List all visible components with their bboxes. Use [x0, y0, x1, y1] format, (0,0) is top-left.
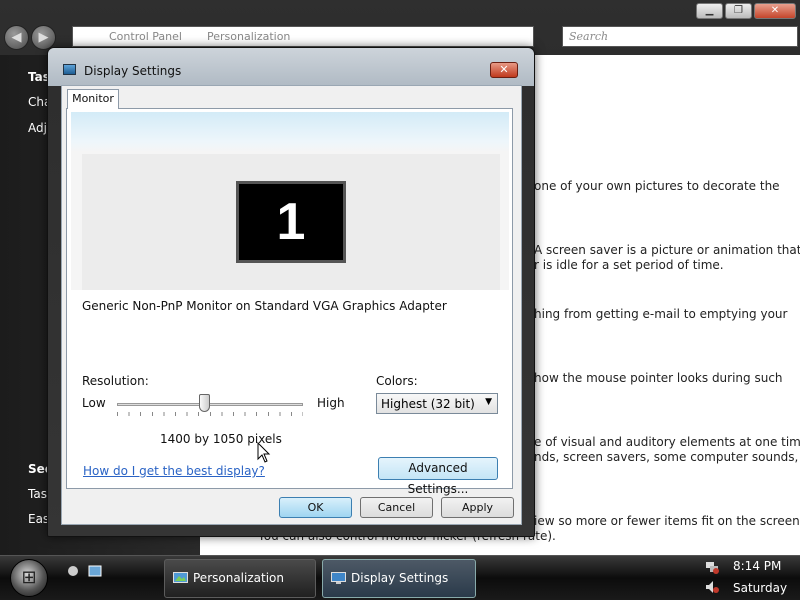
- back-button[interactable]: ◀: [4, 25, 29, 50]
- taskbar-button-display-settings[interactable]: Display Settings: [322, 559, 476, 598]
- switch-windows-icon[interactable]: [88, 564, 102, 578]
- start-button[interactable]: ⊞: [10, 559, 48, 597]
- chevron-down-icon: ▼: [485, 397, 492, 407]
- taskbar-button-personalization[interactable]: Personalization: [164, 559, 316, 598]
- colors-select[interactable]: Highest (32 bit) ▼: [376, 393, 498, 414]
- show-desktop-icon[interactable]: [66, 564, 80, 578]
- colors-selected-value: Highest (32 bit): [381, 397, 475, 411]
- maximize-button[interactable]: ❐: [725, 3, 752, 19]
- see-also-link-taskbar[interactable]: Tas: [28, 487, 47, 501]
- see-also-link-ease[interactable]: Eas: [28, 512, 49, 526]
- tab-monitor[interactable]: Monitor: [67, 89, 119, 109]
- ok-button[interactable]: OK: [279, 497, 352, 518]
- best-display-help-link[interactable]: How do I get the best display?: [83, 464, 265, 478]
- monitor-number: 1: [276, 193, 306, 251]
- personalization-icon: [173, 572, 188, 583]
- network-icon[interactable]: [705, 560, 719, 574]
- advanced-settings-button[interactable]: Advanced Settings...: [378, 457, 498, 496]
- monitor-tab-panel: 1 Generic Non-PnP Monitor on Standard VG…: [66, 108, 513, 496]
- address-bar[interactable]: Control Panel Personalization: [72, 26, 534, 47]
- resolution-slider-ticks: [117, 412, 303, 416]
- resolution-low-label: Low: [82, 396, 106, 410]
- minimize-button[interactable]: ▁: [696, 3, 723, 19]
- apply-button[interactable]: Apply: [441, 497, 514, 518]
- display-settings-icon: [331, 572, 346, 584]
- resolution-high-label: High: [317, 396, 345, 410]
- content-text-line: one of your own pictures to decorate the: [534, 179, 780, 193]
- task-pane-link-adjust[interactable]: Adj: [28, 121, 47, 135]
- content-text-line: hing from getting e-mail to emptying you…: [534, 307, 788, 321]
- monitor-preview-area: 1: [82, 154, 500, 290]
- content-text-line: iew so more or fewer items fit on the sc…: [534, 514, 800, 528]
- resolution-slider-track[interactable]: [117, 403, 303, 406]
- monitor-1-icon[interactable]: 1: [236, 181, 346, 263]
- volume-muted-icon[interactable]: [705, 580, 719, 594]
- taskbar-button-label: Personalization: [193, 571, 284, 585]
- content-text-line: A screen saver is a picture or animation…: [534, 243, 800, 257]
- content-text-line: e of visual and auditory elements at one…: [534, 435, 800, 449]
- search-input[interactable]: Search: [562, 26, 798, 47]
- clock-time[interactable]: 8:14 PM: [733, 559, 781, 573]
- breadcrumb-control-panel[interactable]: Control Panel: [109, 30, 182, 43]
- monitor-description: Generic Non-PnP Monitor on Standard VGA …: [82, 299, 447, 313]
- mouse-cursor-icon: [257, 442, 271, 463]
- dialog-close-button[interactable]: ✕: [490, 62, 518, 78]
- close-button[interactable]: ✕: [754, 3, 796, 19]
- cancel-button[interactable]: Cancel: [360, 497, 433, 518]
- display-settings-icon: [63, 64, 76, 75]
- search-placeholder: Search: [569, 30, 609, 43]
- monitor-arrangement-area: 1: [71, 112, 509, 290]
- content-text-line: nds, screen savers, some computer sounds…: [534, 450, 800, 464]
- dialog-title: Display Settings: [84, 64, 182, 78]
- taskbar: ⊞ Personalization Display Settings 8:14 …: [0, 555, 800, 600]
- resolution-slider-thumb[interactable]: [198, 394, 210, 412]
- content-text-line: how the mouse pointer looks during such: [534, 371, 783, 385]
- colors-label: Colors:: [376, 374, 418, 388]
- resolution-label: Resolution:: [82, 374, 149, 388]
- content-text-line: r is idle for a set period of time.: [534, 258, 724, 272]
- display-settings-dialog: Display Settings ✕ Monitor 1 Generic Non…: [47, 47, 535, 537]
- clock-day[interactable]: Saturday: [733, 581, 787, 595]
- breadcrumb-personalization[interactable]: Personalization: [207, 30, 290, 43]
- window-caption-buttons: ▁ ❐ ✕: [696, 3, 796, 19]
- taskbar-button-label: Display Settings: [351, 571, 449, 585]
